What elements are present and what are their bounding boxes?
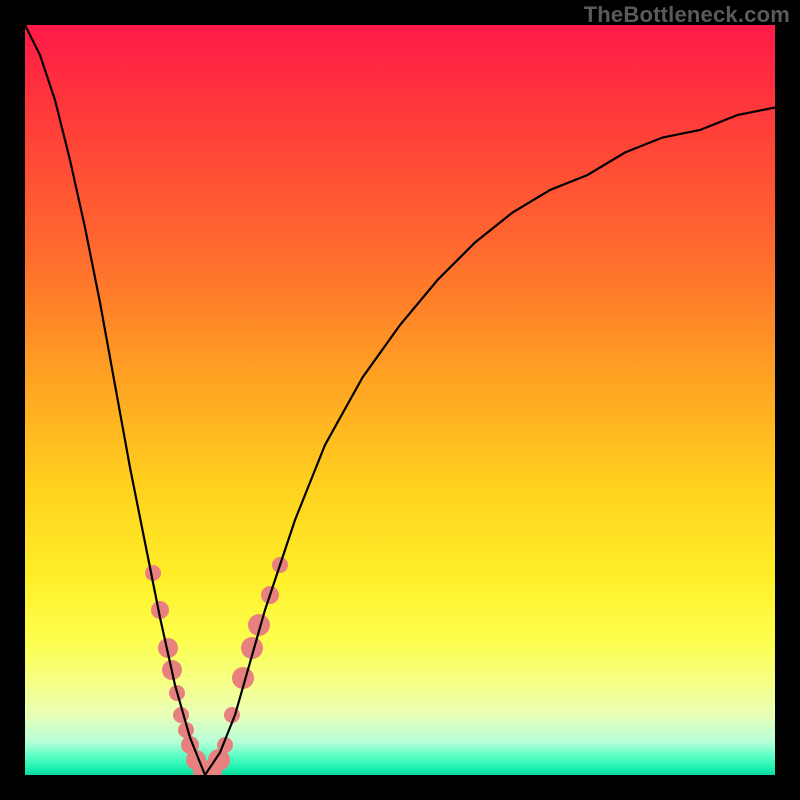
outer-frame: TheBottleneck.com [0, 0, 800, 800]
bottleneck-curve [25, 25, 775, 775]
watermark-text: TheBottleneck.com [584, 2, 790, 28]
plot-area [25, 25, 775, 775]
